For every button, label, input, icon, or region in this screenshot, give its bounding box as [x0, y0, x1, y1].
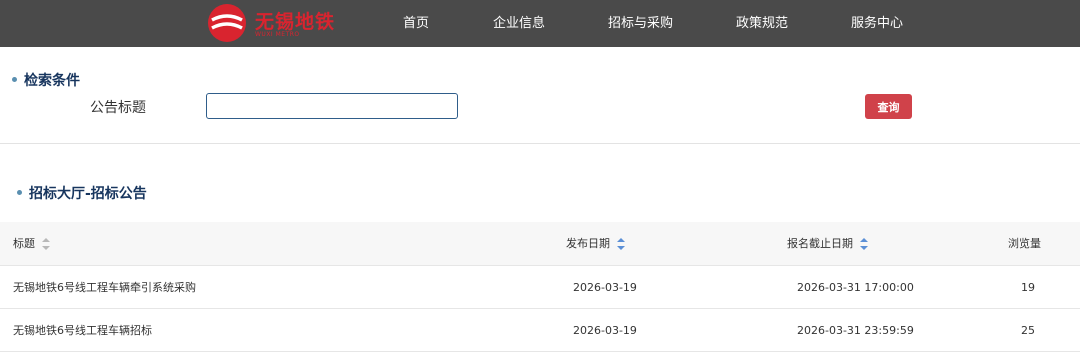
sort-arrows-icon[interactable] — [617, 238, 625, 250]
site-logo[interactable]: 无锡地铁 WUXI METRO — [207, 3, 347, 43]
row-title[interactable]: 无锡地铁6号线工程车辆牵引系统采购 — [13, 266, 196, 309]
nav-item-bidding-procurement[interactable]: 招标与采购 — [608, 0, 673, 47]
column-header-label: 发布日期 — [566, 237, 610, 250]
column-header-deadline[interactable]: 报名截止日期 — [787, 222, 868, 266]
listing-section-title: 招标大厅-招标公告 — [29, 186, 147, 202]
column-header-title[interactable]: 标题 — [13, 222, 50, 266]
nav-item-home[interactable]: 首页 — [403, 0, 429, 47]
sort-arrows-icon[interactable] — [42, 238, 50, 250]
sort-arrows-icon[interactable] — [860, 238, 868, 250]
column-header-publish-date[interactable]: 发布日期 — [566, 222, 625, 266]
metro-logo-icon — [208, 4, 246, 42]
row-deadline: 2026-03-31 17:00:00 — [797, 281, 914, 294]
query-button[interactable]: 查询 — [865, 94, 912, 119]
row-publish-date: 2026-03-19 — [573, 324, 637, 337]
search-section-title: 检索条件 — [24, 73, 80, 89]
announcement-title-label: 公告标题 — [90, 100, 146, 116]
row-publish-date: 2026-03-19 — [573, 281, 637, 294]
bullet-dot-icon — [17, 190, 22, 195]
nav-item-policy[interactable]: 政策规范 — [736, 0, 788, 47]
table-row[interactable]: 无锡地铁6号线工程车辆牵引系统采购 2026-03-19 2026-03-31 … — [0, 266, 1080, 309]
bullet-dot-icon — [12, 77, 17, 82]
column-header-views: 浏览量 — [1008, 237, 1041, 250]
column-header-label: 标题 — [13, 237, 35, 250]
row-views: 25 — [1021, 324, 1035, 337]
logo-subtext: WUXI METRO — [255, 31, 300, 38]
table-row[interactable]: 无锡地铁6号线工程车辆招标 2026-03-19 2026-03-31 23:5… — [0, 309, 1080, 352]
table-header: 标题 发布日期 报名截止日期 浏览量 — [0, 222, 1080, 266]
nav-item-service-center[interactable]: 服务中心 — [851, 0, 903, 47]
row-title[interactable]: 无锡地铁6号线工程车辆招标 — [13, 309, 152, 352]
row-deadline: 2026-03-31 23:59:59 — [797, 324, 914, 337]
section-divider — [0, 143, 1080, 144]
logo-text: 无锡地铁 — [255, 11, 336, 33]
row-views: 19 — [1021, 281, 1035, 294]
nav-item-company-info[interactable]: 企业信息 — [493, 0, 545, 47]
top-navigation-bar: 无锡地铁 WUXI METRO 首页 企业信息 招标与采购 政策规范 服务中心 — [0, 0, 1080, 47]
column-header-label: 报名截止日期 — [787, 237, 853, 250]
announcement-title-input[interactable] — [206, 93, 458, 119]
